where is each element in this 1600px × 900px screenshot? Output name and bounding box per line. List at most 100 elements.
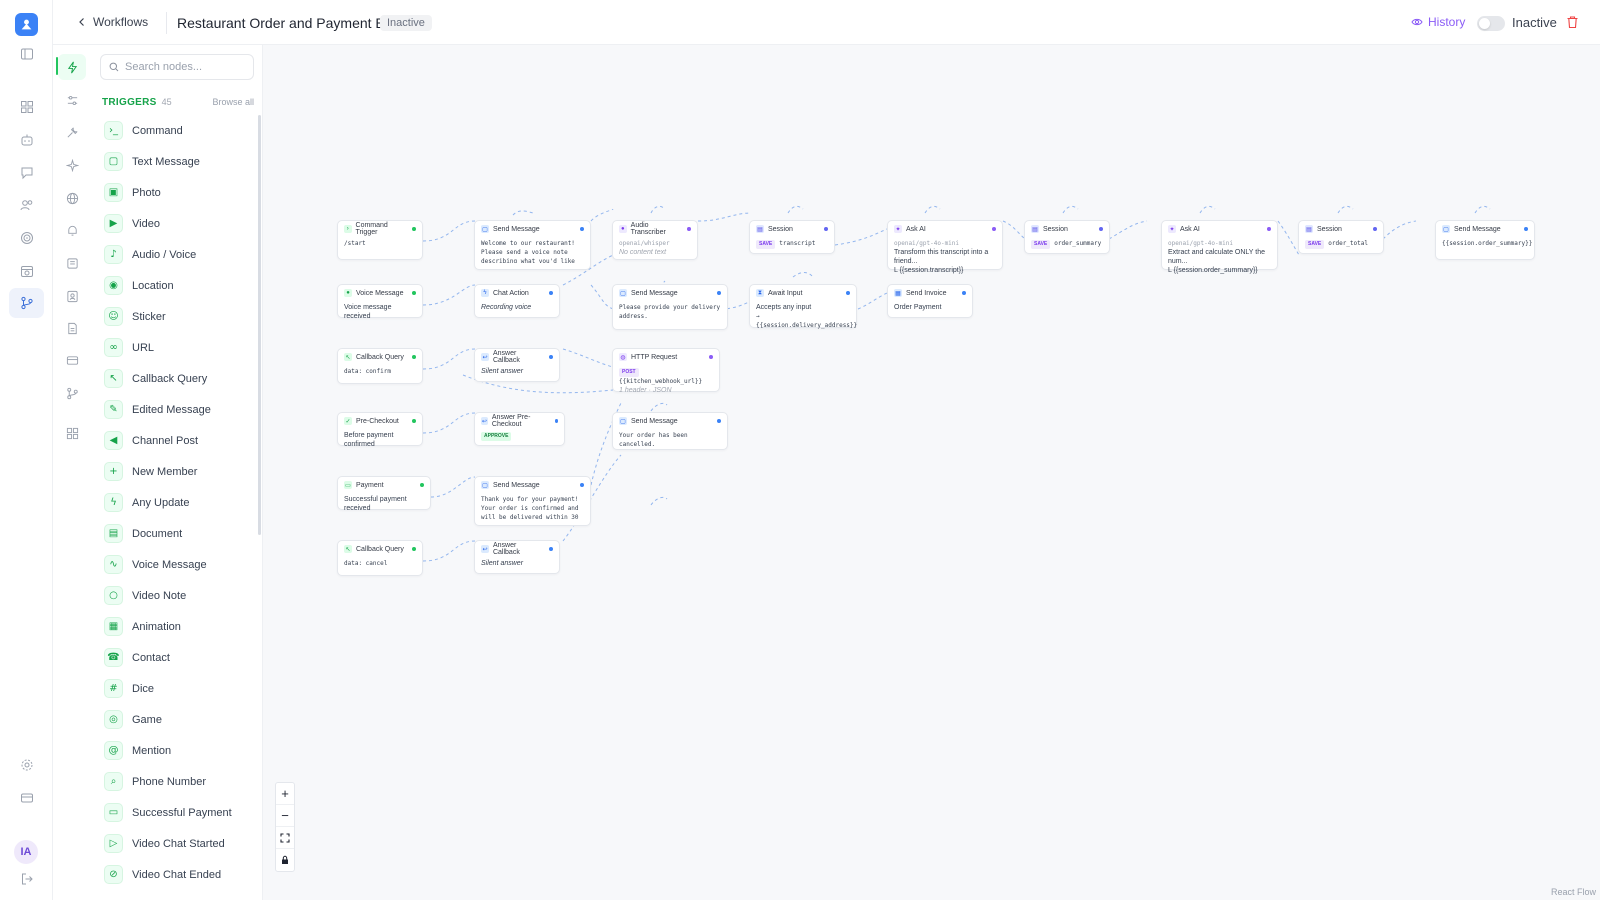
schedule-icon[interactable] [9,256,44,286]
node-handle[interactable] [824,227,828,231]
triggers-tab-icon[interactable] [58,54,86,80]
bot-icon[interactable] [9,125,44,155]
trigger-item[interactable]: ›_ Command [100,115,250,146]
trigger-item[interactable]: ⊘ Video Chat Ended [100,859,250,890]
node-handle[interactable] [420,483,424,487]
billing-icon[interactable] [9,783,44,813]
node-voice-message[interactable]: ● Voice Message Voice message received [337,284,423,320]
node-ask-ai-transform[interactable]: ✦ Ask AI openai/gpt-4o-mini Transform this… [887,220,1003,274]
workflow-title[interactable]: Restaurant Order and Payment Bot [177,15,396,31]
fit-view-button[interactable] [276,827,294,849]
node-handle[interactable] [412,227,417,231]
node-command-trigger[interactable]: › Command Trigger /start [337,220,423,260]
flow-tab-icon[interactable] [58,380,86,406]
node-handle[interactable] [549,355,553,359]
active-toggle[interactable] [1477,16,1505,31]
trigger-item[interactable]: + New Member [100,456,250,487]
node-handle[interactable] [580,483,584,487]
trigger-item[interactable]: ϟ Any Update [100,487,250,518]
node-callback-query-cancel[interactable]: ↖ Callback Query data: cancel [337,540,423,576]
node-send-message-address[interactable]: ▢ Send Message Please provide your delive… [612,284,728,330]
search-input[interactable] [125,61,245,73]
trigger-item[interactable]: ↖ Callback Query [100,363,250,394]
node-session-transcript[interactable]: ▤ Session SAVE transcript [749,220,835,254]
palette-scrollbar[interactable] [258,115,261,535]
apps-tab-icon[interactable] [58,420,86,446]
node-handle[interactable] [1524,227,1528,231]
trigger-item[interactable]: ✎ Edited Message [100,394,250,425]
sidebar-toggle-icon[interactable] [9,39,44,69]
zoom-out-button[interactable]: − [276,805,294,827]
logout-icon[interactable] [9,864,44,894]
node-send-message-summary[interactable]: ▢ Send Message {{session.order_summary}} [1435,220,1535,260]
node-send-message-welcome[interactable]: ▢ Send Message Welcome to our restaurant!… [474,220,591,270]
documents-tab-icon[interactable] [58,315,86,341]
node-http-request[interactable]: ◍ HTTP Request POST{{kitchen_webhook_url}… [612,348,720,394]
flow-canvas[interactable]: › Command Trigger /start ▢ Send Message We… [263,45,1600,900]
notifications-tab-icon[interactable] [58,217,86,243]
node-send-message-cancelled[interactable]: ▢ Send Message Your order has been cancel… [612,412,728,450]
node-await-input[interactable]: ⧗ Await Input Accepts any input → {{sessio… [749,284,857,329]
node-handle[interactable] [554,419,558,423]
node-handle[interactable] [992,227,996,231]
node-handle[interactable] [1373,227,1377,231]
history-button[interactable]: History [1411,15,1465,29]
node-search[interactable] [100,54,254,80]
node-ask-ai-extract[interactable]: ✦ Ask AI openai/gpt-4o-mini Extract and ca… [1161,220,1278,274]
trigger-item[interactable]: @ Mention [100,735,250,766]
node-handle[interactable] [580,227,584,231]
node-handle[interactable] [1099,227,1103,231]
trigger-item[interactable]: # Dice [100,673,250,704]
node-send-invoice[interactable]: ▦ Send Invoice Order Payment [887,284,973,318]
node-pre-checkout[interactable]: ✓ Pre-Checkout Before payment confirmed [337,412,423,448]
delete-button[interactable] [1566,15,1579,34]
trigger-item[interactable]: ▦ Animation [100,611,250,642]
node-answer-pre-checkout[interactable]: ↩ Answer Pre-Checkout APPROVE [474,412,565,446]
node-handle[interactable] [412,355,416,359]
node-answer-callback-cancel[interactable]: ↩ Answer Callback Silent answer [474,540,560,574]
lock-button[interactable] [276,849,294,871]
node-handle[interactable] [687,227,691,231]
node-handle[interactable] [549,547,553,551]
node-payment[interactable]: ▭ Payment Successful payment received [337,476,431,512]
payments-tab-icon[interactable] [58,347,86,373]
users-icon[interactable] [9,190,44,220]
node-handle[interactable] [412,419,416,423]
node-handle[interactable] [412,291,416,295]
trigger-item[interactable]: ◎ Game [100,704,250,735]
trigger-item[interactable]: ▶ Video [100,208,250,239]
trigger-item[interactable]: ∞ URL [100,332,250,363]
avatar[interactable]: IA [14,840,38,864]
react-flow-attribution[interactable]: React Flow [1551,887,1596,897]
node-handle[interactable] [549,291,553,295]
settings-icon[interactable] [9,750,44,780]
app-logo[interactable] [15,13,38,36]
node-answer-callback-confirm[interactable]: ↩ Answer Callback Silent answer [474,348,560,382]
trigger-item[interactable]: ○ Video Note [100,580,250,611]
node-chat-action[interactable]: ϟ Chat Action Recording voice [474,284,560,318]
tools-tab-icon[interactable] [58,119,86,145]
back-to-workflows-link[interactable]: Workflows [77,15,148,29]
node-audio-transcriber[interactable]: ● Audio Transcriber openai/whisper No cont… [612,220,698,260]
target-icon[interactable] [9,223,44,253]
node-handle[interactable] [412,547,416,551]
trigger-item[interactable]: ▷ Video Chat Started [100,828,250,859]
trigger-item[interactable]: ∿ Voice Message [100,549,250,580]
node-session-order-total[interactable]: ▤ Session SAVE order_total [1298,220,1384,254]
node-handle[interactable] [962,291,966,295]
trigger-item[interactable]: ▤ Document [100,518,250,549]
media-tab-icon[interactable] [58,250,86,276]
node-handle[interactable] [717,291,721,295]
trigger-item[interactable]: ▣ Photo [100,177,250,208]
node-handle[interactable] [1267,227,1271,231]
trigger-item[interactable]: ▢ Text Message [100,146,250,177]
workflows-icon[interactable] [9,288,44,318]
zoom-in-button[interactable]: + [276,783,294,805]
contacts-tab-icon[interactable] [58,283,86,309]
node-session-order-summary[interactable]: ▤ Session SAVE order_summary [1024,220,1110,254]
trigger-item[interactable]: ▭ Successful Payment [100,797,250,828]
browse-all-link[interactable]: Browse all [212,97,254,107]
trigger-item[interactable]: ⌕ Phone Number [100,766,250,797]
trigger-item[interactable]: ◉ Location [100,270,250,301]
filters-tab-icon[interactable] [58,87,86,113]
